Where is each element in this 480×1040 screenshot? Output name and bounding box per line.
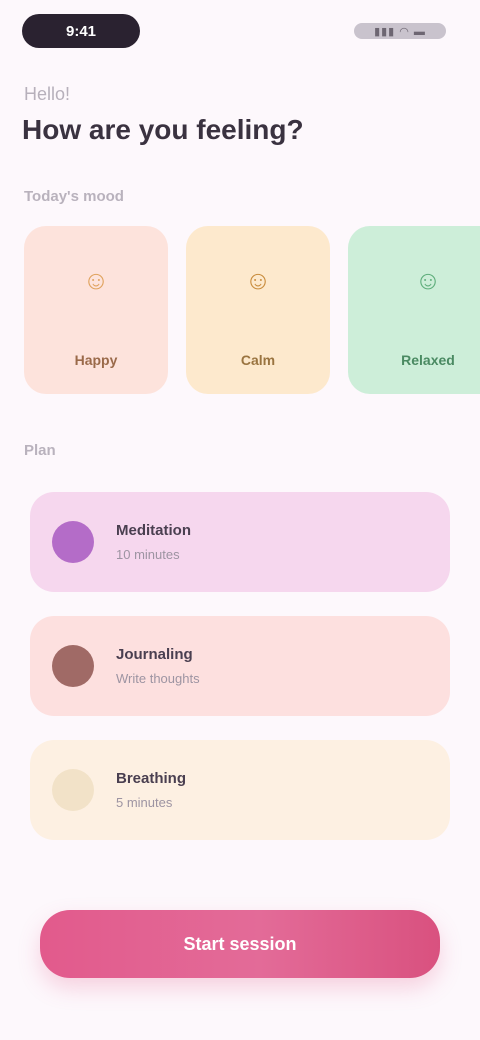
task-subtitle: 10 minutes — [116, 547, 180, 562]
mood-card-label: Calm — [240, 352, 276, 368]
task-item-meditation[interactable]: ● Meditation 10 minutes — [30, 492, 450, 592]
task-item-breathing[interactable]: ○ Breathing 5 minutes — [30, 740, 450, 840]
task-title: Meditation — [116, 522, 191, 539]
task-title: Breathing — [116, 770, 187, 787]
happy-face-icon: ☺ — [82, 265, 110, 295]
mood-card-calm[interactable]: ☺ Calm — [186, 226, 330, 394]
journal-icon: ● — [52, 645, 94, 687]
mood-card-relaxed[interactable]: ☺ Relaxed — [348, 226, 480, 394]
mood-card-label: Relaxed — [401, 352, 455, 368]
relaxed-face-icon: ☺ — [414, 265, 442, 295]
mood-section-label: Today's mood — [24, 188, 124, 205]
task-subtitle: 5 minutes — [116, 795, 173, 810]
mood-card-happy[interactable]: ☺ Happy — [24, 226, 168, 394]
calm-face-icon: ☺ — [244, 265, 272, 295]
page-title: How are you feeling? — [22, 114, 304, 145]
start-session-button[interactable]: Start session — [40, 910, 440, 978]
status-icons: ▮▮▮ ◠ ▬ — [354, 23, 446, 39]
mood-card-label: Happy — [74, 352, 118, 368]
status-time: 9:41 — [22, 14, 140, 48]
task-item-journaling[interactable]: ● Journaling Write thoughts — [30, 616, 450, 716]
status-bar: 9:41 ▮▮▮ ◠ ▬ — [22, 12, 446, 50]
greeting-text: Hello! — [24, 84, 71, 104]
meditation-icon: ● — [52, 521, 94, 563]
breathing-icon: ○ — [52, 769, 94, 811]
mood-cards-row: ☺ Happy ☺ Calm ☺ Relaxed — [24, 226, 480, 402]
task-list: ● Meditation 10 minutes ● Journaling Wri… — [30, 492, 450, 864]
task-title: Journaling — [116, 646, 193, 663]
task-subtitle: Write thoughts — [116, 671, 200, 686]
plan-section-label: Plan — [24, 442, 56, 459]
